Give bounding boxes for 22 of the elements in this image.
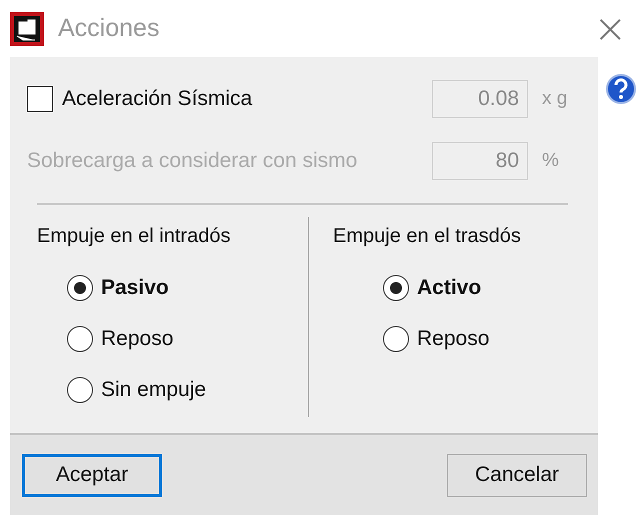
radio-button[interactable] [383, 326, 409, 352]
checkbox-label: Aceleración Sísmica [62, 87, 254, 111]
group-title: Empuje en el intradós [37, 225, 232, 248]
field-label: Sobrecarga a considerar con sismo [27, 149, 358, 173]
app-logo-icon [10, 12, 44, 46]
unit-label: % [541, 150, 560, 172]
window-title: Acciones [58, 14, 160, 43]
radio-button[interactable] [383, 274, 409, 300]
unit-label: x g [541, 88, 568, 110]
radio-button[interactable] [67, 326, 93, 352]
radio-button[interactable] [67, 376, 93, 402]
help-icon[interactable] [604, 73, 636, 105]
close-button[interactable]: × [587, 8, 633, 48]
radio-label: Reposo [101, 326, 174, 350]
cancel-button[interactable]: Cancelar [447, 454, 587, 496]
group-title: Empuje en el trasdós [333, 225, 522, 248]
radio-label: Pasivo [101, 276, 169, 300]
radio-label: Sin empuje [101, 378, 206, 402]
radio-button[interactable] [67, 274, 93, 300]
radio-label: Reposo [417, 326, 490, 350]
radio-label: Activo [417, 276, 482, 300]
accept-button[interactable]: Aceptar [22, 454, 162, 496]
